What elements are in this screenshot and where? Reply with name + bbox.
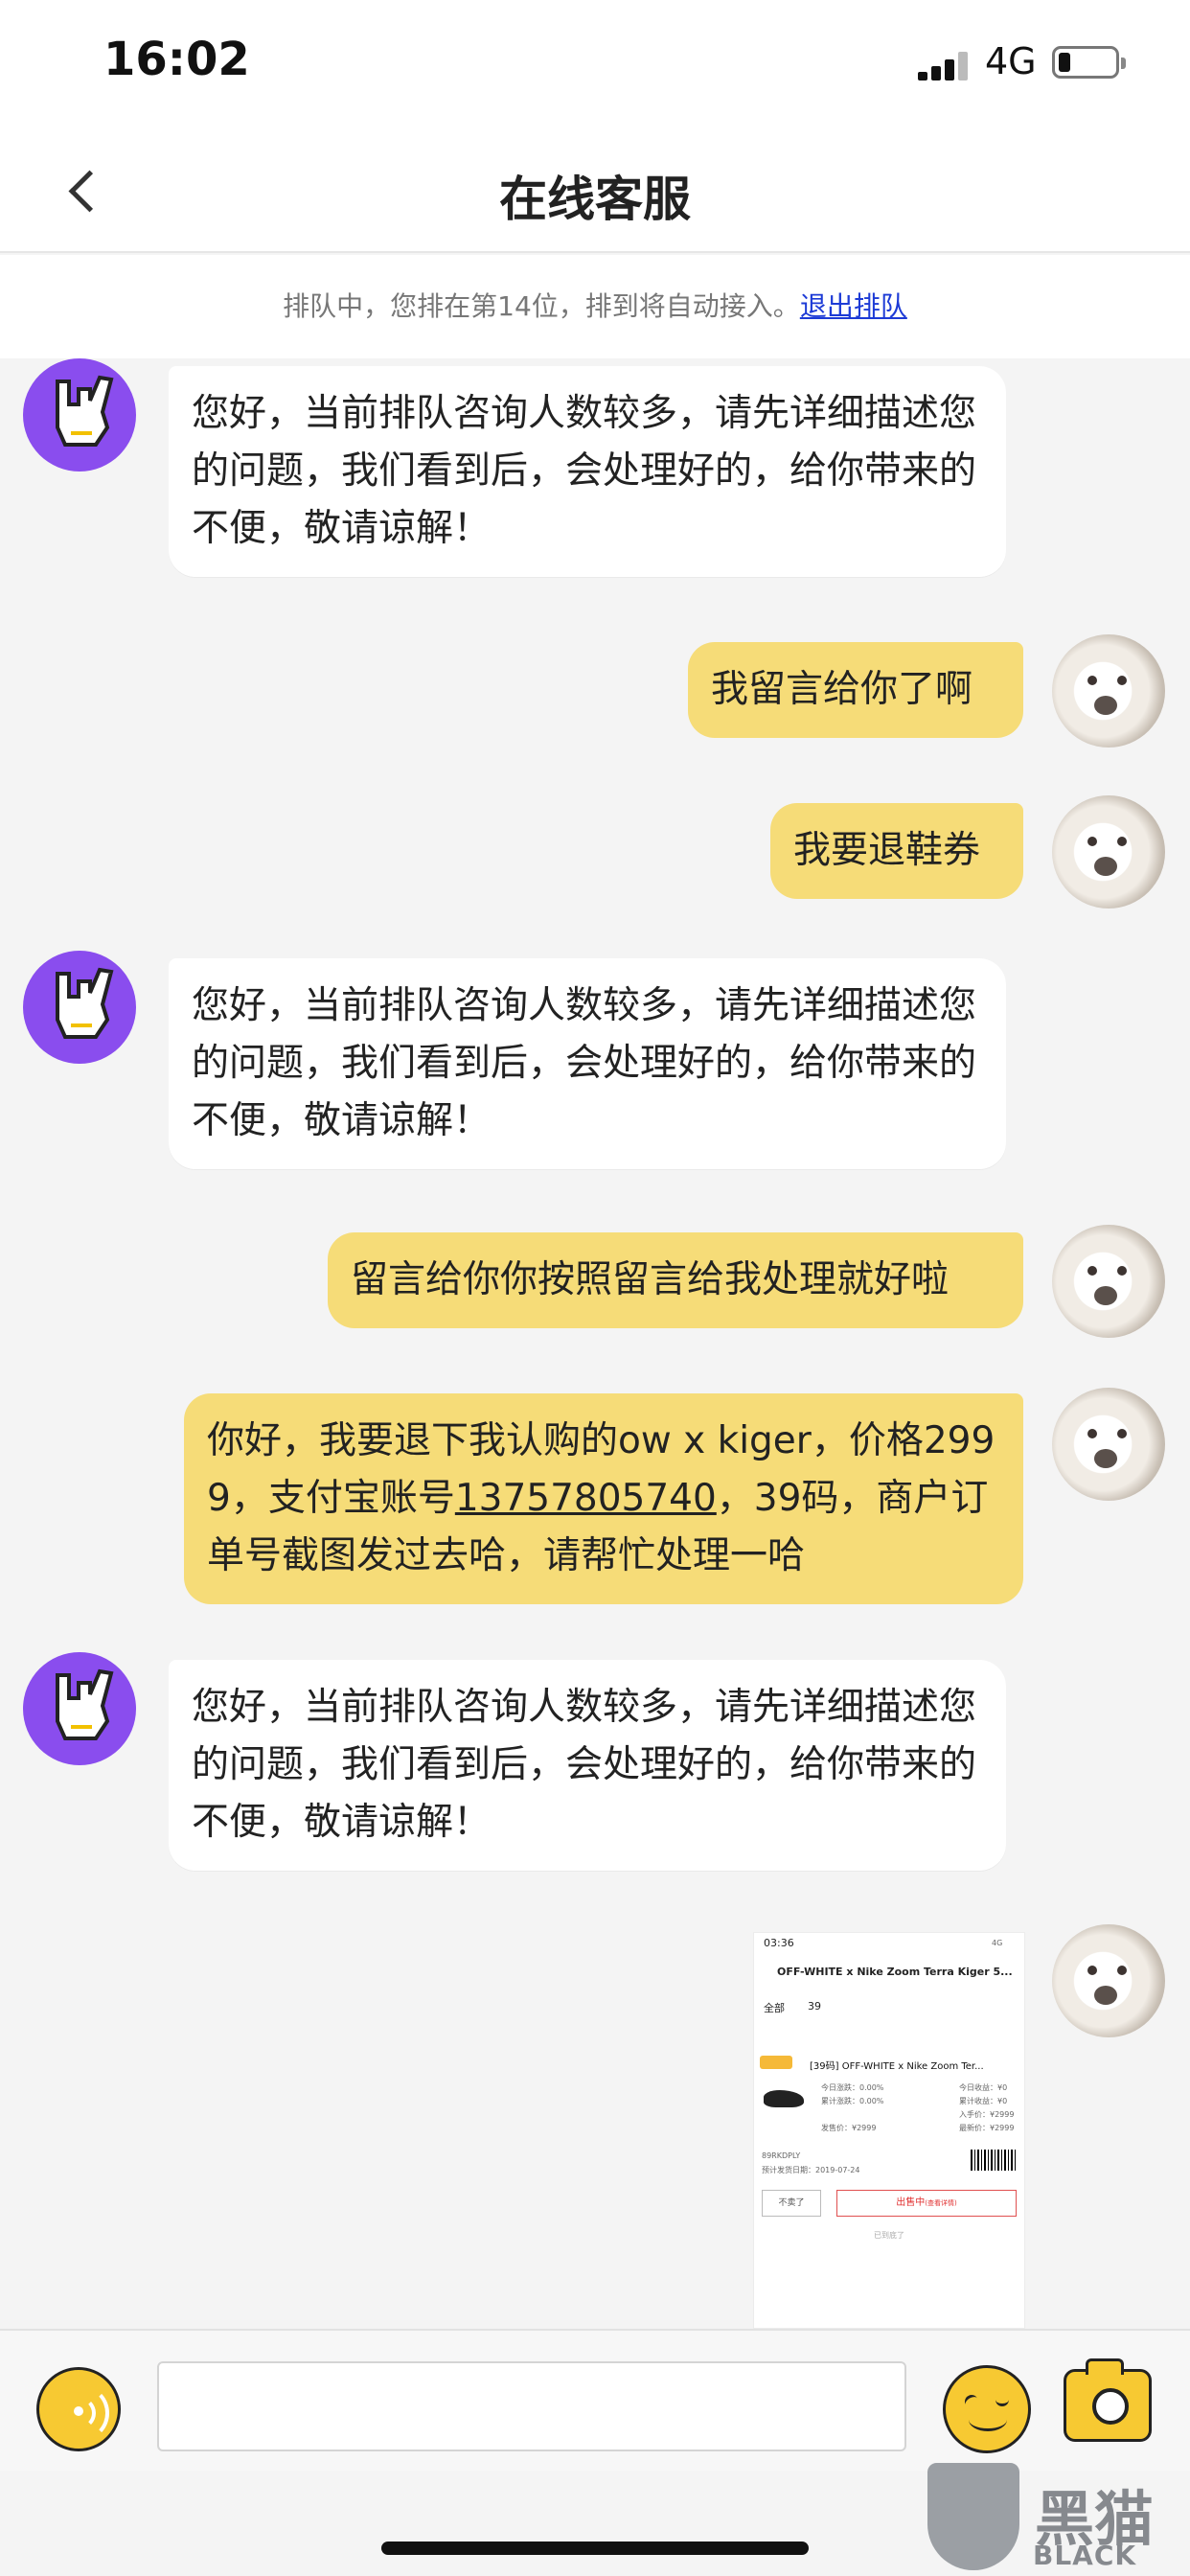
signal-icon — [918, 52, 972, 80]
battery-icon — [1052, 46, 1126, 79]
user-message-bubble: 留言给你你按照留言给我处理就好啦 — [328, 1232, 1023, 1328]
selling-status-button[interactable]: 出售中(查看详情) — [836, 2190, 1017, 2217]
user-message-bubble: 我要退鞋券 — [770, 803, 1023, 899]
home-indicator[interactable] — [381, 2542, 809, 2555]
rock-hand-icon — [56, 967, 114, 1039]
status-bar: 16:02 4G — [0, 0, 1190, 126]
screenshot-title: OFF-WHITE x Nike Zoom Terra Kiger 5... — [777, 1966, 1013, 1978]
screenshot-stat: 今日收益：¥0 — [959, 2083, 1008, 2092]
product-tag — [760, 2056, 792, 2069]
phone-number-link[interactable]: 13757805740 — [455, 1477, 717, 1520]
exit-queue-link[interactable]: 退出排队 — [800, 290, 907, 322]
screenshot-stat: 发售价：¥2999 — [821, 2124, 877, 2132]
screenshot-network: 4G — [992, 1939, 1003, 1947]
agent-avatar — [23, 951, 136, 1064]
screenshot-stat: 累计收益：¥0 — [959, 2097, 1008, 2105]
voice-icon — [74, 2406, 83, 2416]
user-avatar — [1052, 1924, 1165, 2037]
emoji-icon — [969, 2408, 1007, 2431]
selling-note: (查看详情) — [925, 2199, 957, 2207]
agent-message-bubble: 您好，当前排队咨询人数较多，请先详细描述您的问题，我们看到后，会处理好的，给你带… — [169, 958, 1006, 1169]
user-avatar — [1052, 795, 1165, 908]
user-avatar — [1052, 1388, 1165, 1501]
camera-icon — [1092, 2388, 1129, 2425]
cat-shield-icon — [927, 2463, 1019, 2570]
barcode-icon — [971, 2150, 1017, 2171]
message-input-bar — [0, 2329, 1190, 2471]
message-text-input[interactable] — [157, 2361, 906, 2451]
status-time: 16:02 — [103, 33, 250, 86]
shared-screenshot-image[interactable]: 03:36 4G OFF-WHITE x Nike Zoom Terra Kig… — [753, 1932, 1025, 2329]
camera-button[interactable] — [1064, 2358, 1152, 2442]
screenshot-size: 39 — [808, 2000, 821, 2012]
rock-hand-icon — [56, 375, 114, 447]
voice-input-button[interactable] — [36, 2367, 121, 2451]
user-message-bubble: 我留言给你了啊 — [688, 642, 1023, 738]
screenshot-stat: 最新价：¥2999 — [959, 2124, 1015, 2132]
screenshot-footer: 已到底了 — [874, 2231, 904, 2240]
emoji-button[interactable] — [943, 2365, 1031, 2453]
black-cat-watermark: 黑猫 BLACK CAT — [927, 2463, 1184, 2576]
screenshot-tab-all: 全部 — [764, 2002, 785, 2014]
chat-messages[interactable]: 您好，当前排队咨询人数较多，请先详细描述您的问题，我们看到后，会处理好的，给你带… — [0, 358, 1190, 2329]
screenshot-code: 89RKDPLY — [762, 2151, 801, 2160]
agent-message-bubble: 您好，当前排队咨询人数较多，请先详细描述您的问题，我们看到后，会处理好的，给你带… — [169, 366, 1006, 577]
queue-status-text: 排队中，您排在第14位，排到将自动接入。 — [283, 290, 800, 322]
page-title: 在线客服 — [499, 172, 691, 227]
stop-selling-button[interactable]: 不卖了 — [762, 2190, 821, 2217]
selling-label: 出售中 — [896, 2197, 926, 2208]
screenshot-stat: 累计涨跌：0.00% — [821, 2097, 884, 2105]
screenshot-time: 03:36 — [764, 1937, 794, 1949]
shoe-image — [764, 2090, 804, 2107]
screenshot-stat: 今日涨跌：0.00% — [821, 2083, 884, 2092]
agent-avatar — [23, 358, 136, 472]
chat-screen: 16:02 4G 在线客服 排队中，您排在第14位，排到将自动接入。退出排队 您… — [0, 0, 1190, 2576]
user-avatar — [1052, 1225, 1165, 1338]
screenshot-stat: 入手价：¥2999 — [959, 2110, 1015, 2119]
agent-message-bubble: 您好，当前排队咨询人数较多，请先详细描述您的问题，我们看到后，会处理好的，给你带… — [169, 1660, 1006, 1871]
user-avatar — [1052, 634, 1165, 748]
agent-avatar — [23, 1652, 136, 1765]
rock-hand-icon — [56, 1668, 114, 1740]
queue-banner: 排队中，您排在第14位，排到将自动接入。退出排队 — [0, 255, 1190, 358]
screenshot-product: [39码] OFF-WHITE x Nike Zoom Ter... — [810, 2061, 984, 2072]
user-message-bubble: 你好，我要退下我认购的ow x kiger，价格2999，支付宝账号137578… — [184, 1393, 1023, 1604]
network-type: 4G — [985, 40, 1037, 82]
screenshot-date: 预计发货日期：2019-07-24 — [762, 2166, 860, 2174]
watermark-en: BLACK CAT — [1033, 2540, 1137, 2576]
navigation-bar: 在线客服 — [0, 126, 1190, 253]
